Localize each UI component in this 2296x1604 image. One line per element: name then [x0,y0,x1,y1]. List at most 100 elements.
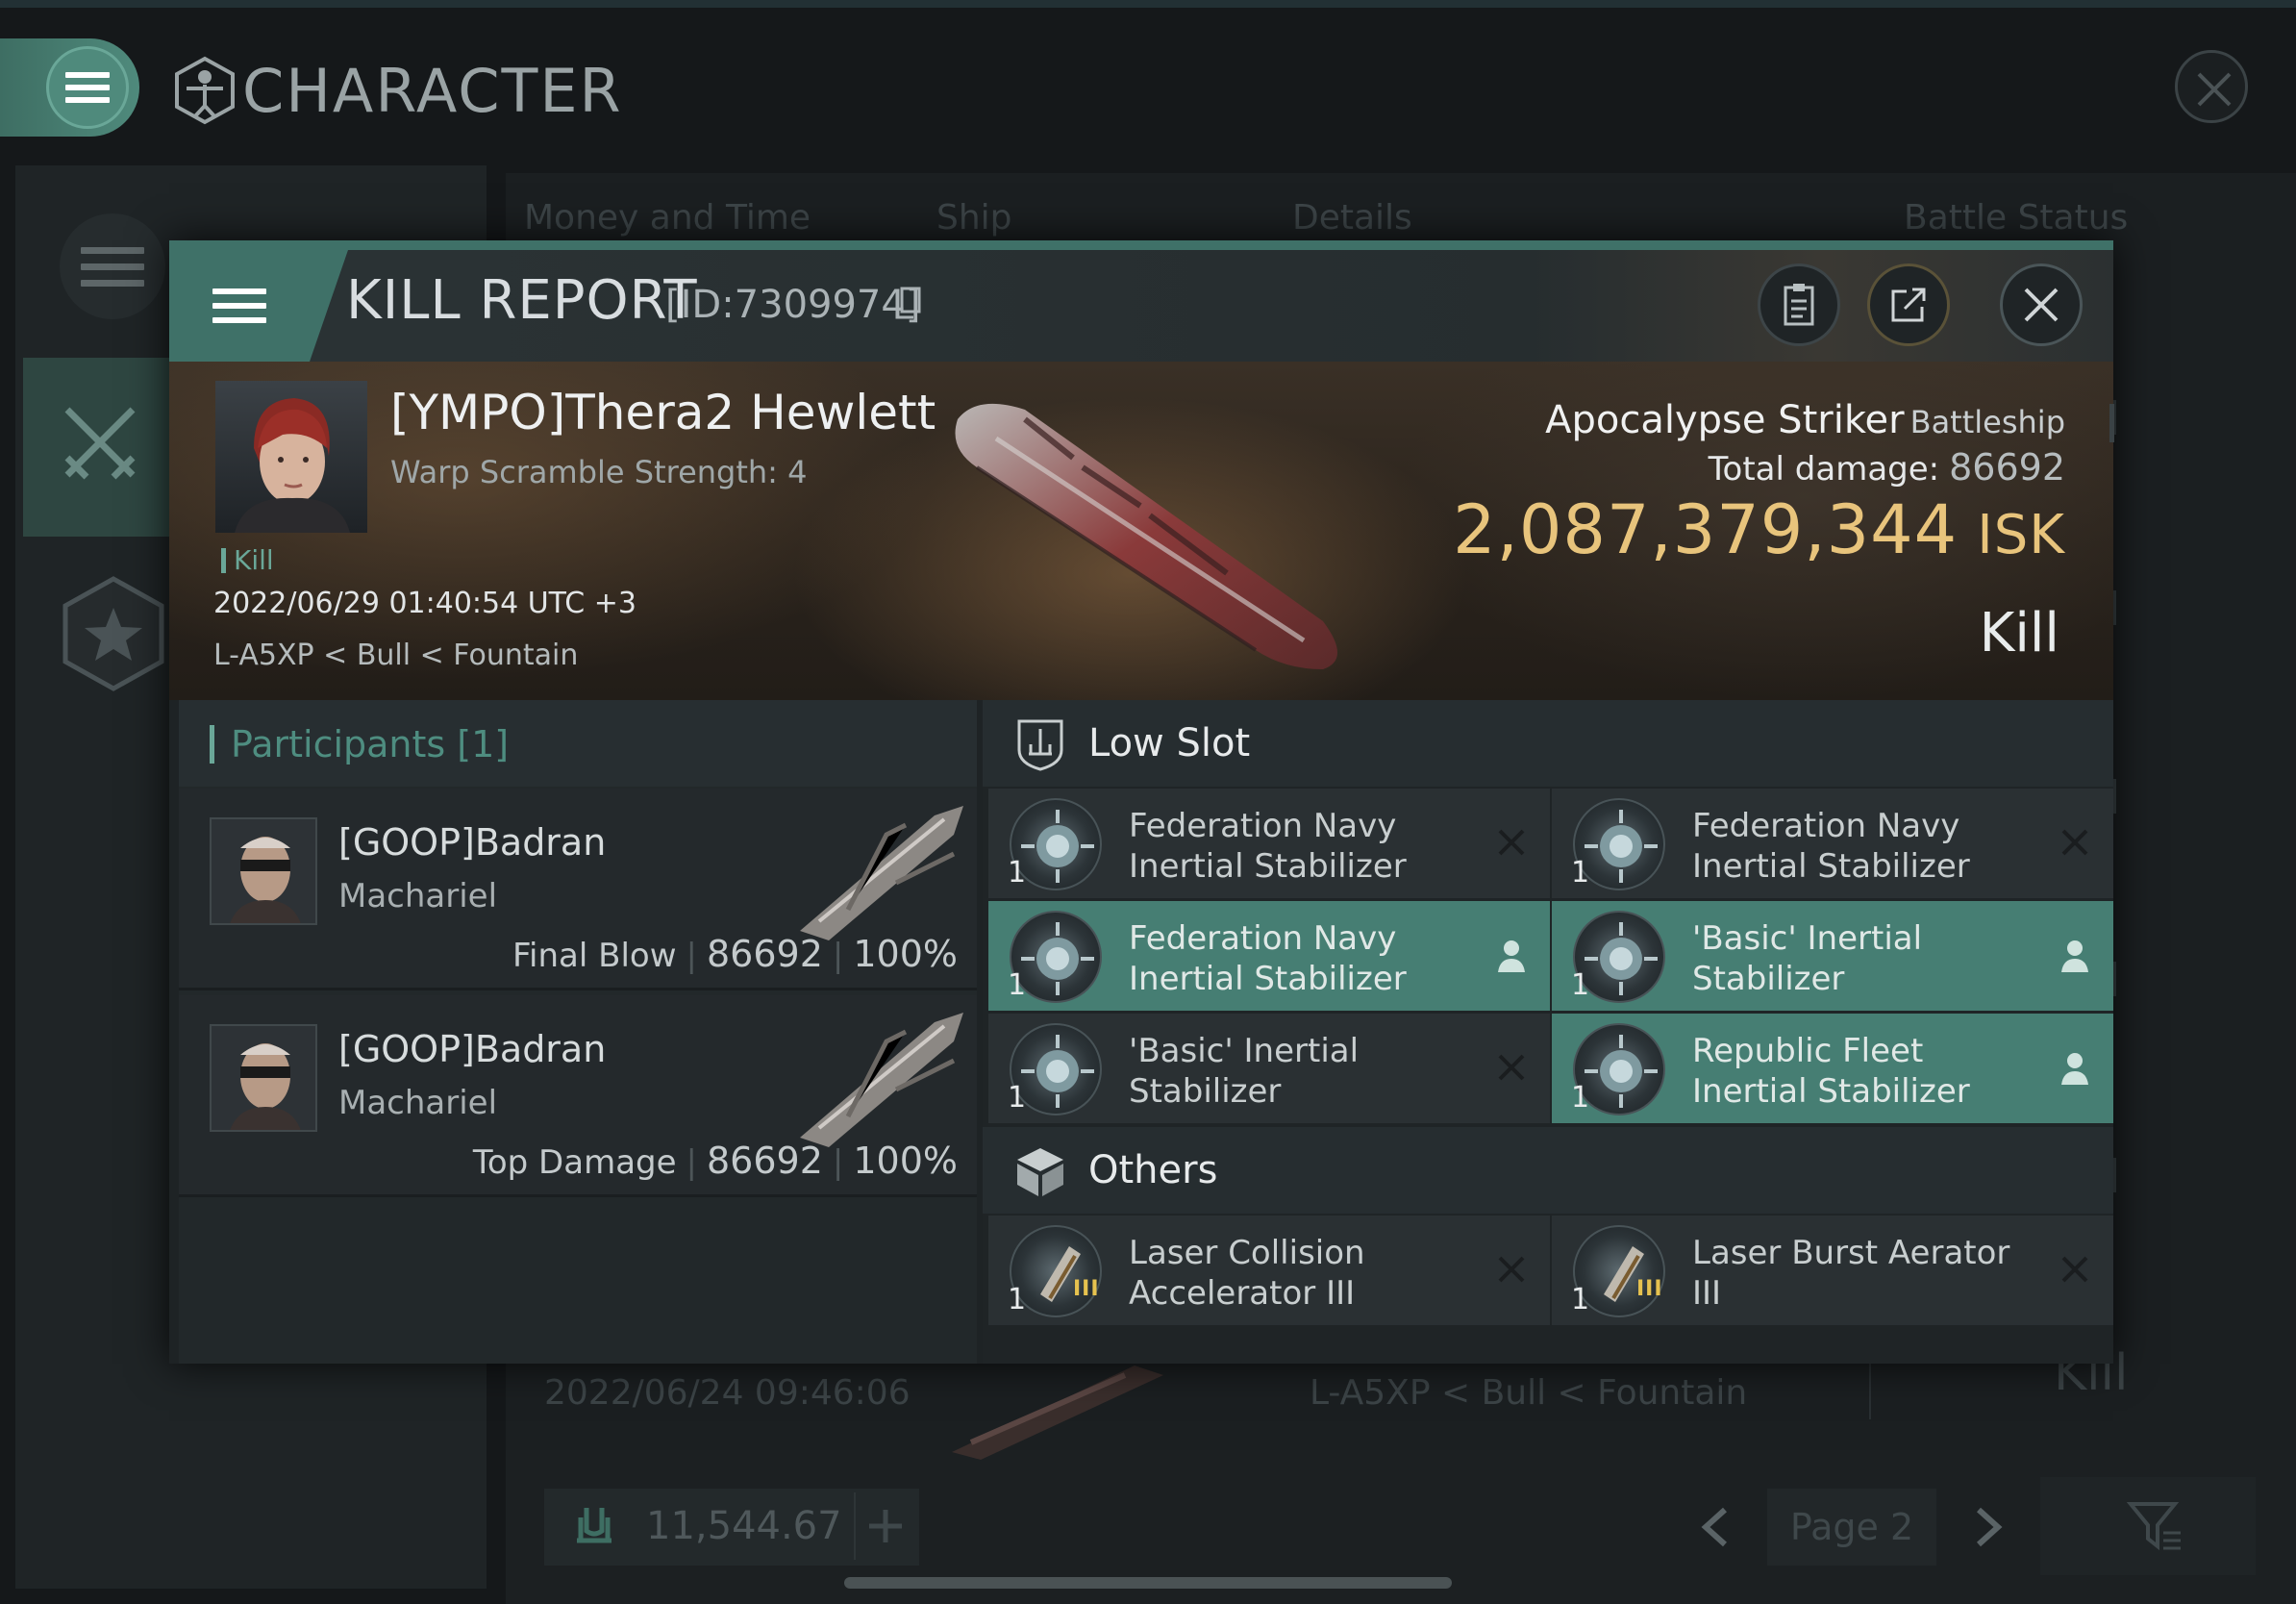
filter-button[interactable] [2040,1477,2256,1575]
horizontal-scrollbar[interactable] [844,1577,1452,1589]
fitting-item[interactable]: 1 Republic Fleet Inertial Stabilizer [1552,1014,2113,1123]
total-damage-line: Total damage: 86692 [1709,446,2065,489]
destroyed-x-icon [1498,829,1525,856]
report-document-button[interactable] [1758,263,1840,346]
participant-percent: 100% [853,1140,958,1182]
sidebar-menu-button[interactable] [60,213,165,319]
tab-money-and-time[interactable]: Money and Time [524,198,811,238]
sidebar-item-favorites[interactable] [60,575,167,692]
kill-row-date: 2022/06/24 09:46:06 [544,1373,911,1413]
item-name: Federation Navy Inertial Stabilizer [1129,919,1407,998]
participant-name[interactable]: [GOOP]Badran [338,821,606,864]
plus-icon [869,1510,902,1542]
item-quantity: 1 [1008,1283,1027,1316]
total-damage-label: Total damage: [1708,450,1940,489]
tab-details[interactable]: Details [1292,198,1412,238]
item-name: Federation Navy Inertial Stabilizer [1129,807,1407,886]
kill-location: L-A5XP < Bull < Fountain [213,639,579,672]
item-name: Laser Collision Accelerator III [1129,1234,1365,1313]
participant-ship-image [800,806,963,940]
tab-battle-status[interactable]: Battle Status [1904,198,2128,238]
ship-name[interactable]: Apocalypse Striker [1545,398,1905,442]
document-icon [1784,284,1814,326]
sidebar-item-combat[interactable] [23,358,177,537]
close-icon [2197,72,2232,107]
item-quantity: 1 [1571,856,1590,890]
participants-title: Participants [1] [231,723,510,765]
dropped-person-icon [2061,940,2088,972]
item-quantity: 1 [1571,1081,1590,1115]
crossed-swords-icon [64,407,136,480]
participant-ship: Machariel [338,1084,498,1122]
participant-row[interactable]: [GOOP]Badran Machariel Top Damage | 86692 |… [179,995,977,1197]
main-menu-button[interactable] [0,38,139,137]
list-icon [81,238,144,296]
participant-damage: 86692 [707,1140,823,1182]
item-quantity: 1 [1571,1283,1590,1316]
character-icon [175,56,235,125]
item-tier: III [1073,1277,1100,1301]
participant-name[interactable]: [GOOP]Badran [338,1028,606,1070]
header-decoration [310,250,348,362]
fitting-item[interactable]: 1 Federation Navy Inertial Stabilizer [988,789,1550,898]
ship-name-line: Apocalypse Striker Battleship [1545,398,2065,442]
scroll-marker [2109,404,2114,442]
victim-name[interactable]: [YMPO]Thera2 Hewlett [390,385,936,440]
participants-header: Participants [1] [179,700,977,787]
tab-ship[interactable]: Ship [936,198,1012,238]
close-button[interactable] [2000,263,2083,346]
destroyed-x-icon [2061,1256,2088,1283]
isk-value: 2,087,379,344 [1453,490,1959,569]
item-quantity: 1 [1008,968,1027,1002]
copy-id-icon[interactable] [894,287,921,319]
participant-stats: Final Blow | 86692 | 100% [512,933,958,975]
participant-avatar [210,817,317,925]
victim-banner: [YMPO]Thera2 Hewlett Warp Scramble Stren… [169,362,2113,700]
victim-ship-image [955,403,1337,669]
add-funds-button[interactable] [854,1492,913,1560]
participant-avatar [210,1024,317,1132]
fitting-item[interactable]: III 1 Laser Burst Aerator III [1552,1216,2113,1325]
item-name: Federation Navy Inertial Stabilizer [1692,807,1970,886]
participant-ship-image [800,1013,963,1147]
participant-role: Final Blow [512,937,677,975]
ship-class: Battleship [1909,404,2065,440]
isk-value-line: 2,087,379,344 ISK [1453,490,2065,569]
menu-icon [212,280,266,332]
modal-menu-button[interactable] [169,250,310,362]
page-title: CHARACTER [242,56,623,126]
next-page-button[interactable] [1971,1506,2006,1548]
participant-percent: 100% [853,933,958,975]
modal-accent-line [169,240,2113,250]
previous-page-button[interactable] [1698,1506,1733,1548]
fitting-item[interactable]: 1 'Basic' Inertial Stabilizer [1552,901,2113,1011]
participant-ship: Machariel [338,877,498,915]
victim-portrait[interactable] [215,381,367,533]
total-damage-value: 86692 [1949,446,2065,489]
fitting-item[interactable]: 1 Federation Navy Inertial Stabilizer [988,901,1550,1011]
item-name: 'Basic' Inertial Stabilizer [1129,1032,1360,1111]
item-name: 'Basic' Inertial Stabilizer [1692,919,1923,998]
fitting-item[interactable]: 1 'Basic' Inertial Stabilizer [988,1014,1550,1123]
dropped-person-icon [2061,1053,2088,1085]
share-button[interactable] [1867,263,1950,346]
fitting-panel: Low Slot Others 1 Federation Navy Inertia… [983,700,2113,1364]
cube-icon [1017,1148,1063,1196]
kill-report-id: [ID:7309974] [665,283,921,327]
top-edge [0,0,2296,8]
participant-stats: Top Damage | 86692 | 100% [472,1140,958,1182]
warp-scramble-strength: Warp Scramble Strength: 4 [390,454,808,490]
kill-datetime: 2022/06/29 01:40:54 UTC +3 [213,587,636,620]
fitting-item[interactable]: 1 Federation Navy Inertial Stabilizer [1552,789,2113,898]
close-icon [2024,288,2059,322]
item-quantity: 1 [1008,1081,1027,1115]
participant-row[interactable]: [GOOP]Badran Machariel Final Blow | 86692 |… [179,789,977,990]
window-close-button[interactable] [2175,50,2248,123]
destroyed-x-icon [2061,829,2088,856]
fitting-item[interactable]: III 1 Laser Collision Accelerator III [988,1216,1550,1325]
item-quantity: 1 [1571,968,1590,1002]
participant-damage: 86692 [707,933,823,975]
wallet-icon [577,1508,611,1543]
destroyed-x-icon [1498,1256,1525,1283]
participant-role: Top Damage [472,1143,677,1182]
